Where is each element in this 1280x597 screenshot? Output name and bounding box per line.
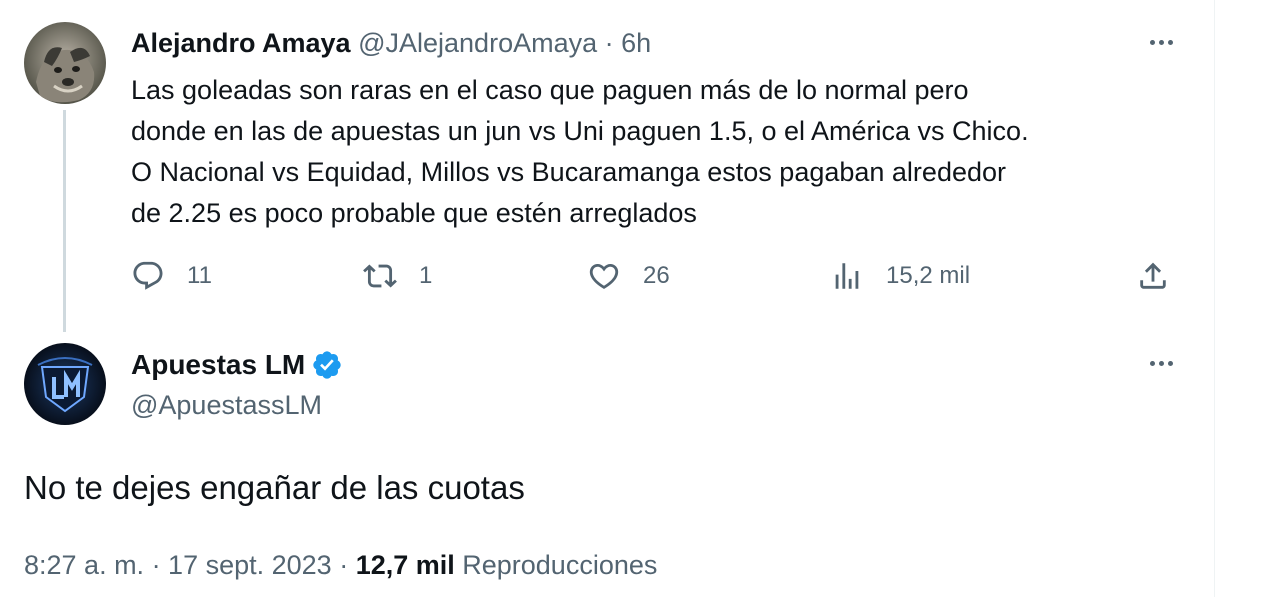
avatar[interactable] (24, 343, 106, 425)
reply-author-handle-time[interactable]: @JAlejandroAmaya · 6h (358, 28, 651, 58)
reply-button[interactable]: 11 (131, 258, 212, 294)
views-button[interactable]: 15,2 mil (830, 258, 970, 294)
dog-avatar-image (24, 22, 106, 104)
tweet-timestamp[interactable]: 8:27 a. m. · 17 sept. 2023 · (24, 550, 356, 580)
repost-count: 1 (419, 262, 433, 289)
share-button[interactable] (1136, 258, 1170, 294)
tweet-author-name-line[interactable]: Apuestas LM (131, 348, 343, 382)
tweet-author-name[interactable]: Apuestas LM (131, 348, 305, 382)
tweet-text: No te dejes engañar de las cuotas (24, 469, 525, 506)
tweet-views-label: Reproducciones (454, 550, 658, 580)
comment-icon (133, 261, 163, 290)
verified-badge-icon[interactable] (311, 349, 343, 381)
tweet-views-count[interactable]: 12,7 mil (356, 550, 455, 580)
views-count: 15,2 mil (886, 262, 971, 289)
like-button[interactable]: 26 (587, 258, 670, 294)
analytics-icon (835, 263, 859, 289)
like-count: 26 (643, 262, 670, 289)
tweet-metadata: 8:27 a. m. · 17 sept. 2023 · 12,7 mil Re… (24, 547, 657, 583)
repost-icon (363, 264, 397, 288)
heart-icon (589, 263, 619, 289)
more-options-icon[interactable] (1141, 27, 1181, 57)
reply-author-name[interactable]: Alejandro Amaya (131, 28, 351, 58)
column-border (1214, 0, 1215, 597)
avatar[interactable] (24, 22, 106, 104)
reply-author-line: Alejandro Amaya @JAlejandroAmaya · 6h (131, 27, 651, 59)
share-icon (1140, 262, 1166, 289)
repost-button[interactable]: 1 (363, 258, 432, 294)
tweet-author-handle[interactable]: @ApuestassLM (131, 388, 322, 422)
more-options-icon[interactable] (1141, 348, 1181, 378)
thread-connector-line (63, 110, 66, 332)
reply-text: Las goleadas son raras en el caso que pa… (131, 75, 1029, 228)
apuestas-lm-logo (24, 343, 106, 425)
reply-count: 11 (187, 262, 212, 289)
